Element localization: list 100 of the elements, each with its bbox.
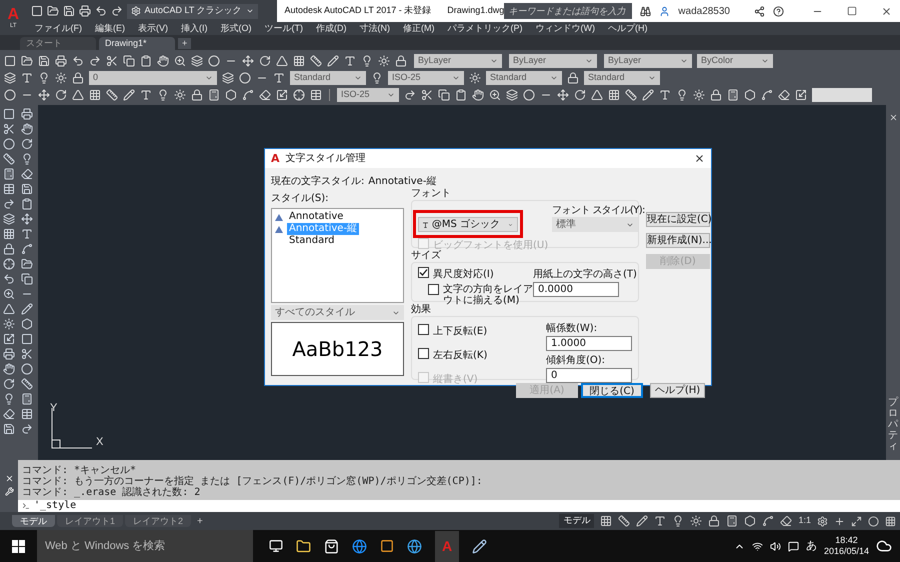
close-icon[interactable] bbox=[888, 113, 898, 122]
input-field[interactable]: 1.0000 bbox=[546, 336, 632, 351]
workspace-dropdown[interactable]: AutoCAD LT クラシック bbox=[126, 4, 258, 18]
ruler-icon[interactable] bbox=[618, 515, 630, 527]
triangle-icon[interactable] bbox=[276, 54, 288, 66]
message-icon[interactable] bbox=[788, 540, 799, 552]
lightbulb-icon[interactable] bbox=[371, 72, 383, 84]
save-icon[interactable] bbox=[62, 5, 74, 17]
lightbulb-icon[interactable] bbox=[38, 72, 50, 84]
search-field[interactable]: キーワードまたは語句を入力 bbox=[504, 3, 632, 19]
calculator-icon[interactable] bbox=[3, 168, 15, 180]
ruler-icon[interactable] bbox=[106, 88, 118, 100]
eraser-icon[interactable] bbox=[20, 168, 32, 180]
model-button[interactable]: モデル bbox=[559, 514, 594, 528]
checkbox[interactable] bbox=[418, 324, 429, 335]
save-icon[interactable] bbox=[38, 54, 50, 66]
calculator-icon[interactable] bbox=[727, 88, 739, 100]
circle-icon[interactable] bbox=[239, 72, 251, 84]
rotate-icon[interactable] bbox=[20, 138, 32, 150]
circle-icon[interactable] bbox=[523, 88, 535, 100]
copy-icon[interactable] bbox=[438, 88, 450, 100]
lock-icon[interactable] bbox=[395, 54, 407, 66]
rotate-icon[interactable] bbox=[55, 88, 67, 100]
hexagon-icon[interactable] bbox=[20, 318, 32, 330]
sun-icon[interactable] bbox=[174, 88, 186, 100]
dropdown[interactable]: ISO-25 bbox=[388, 70, 464, 84]
menu-item[interactable]: ウィンドウ(W) bbox=[536, 24, 595, 33]
crosshair-icon[interactable] bbox=[3, 258, 15, 270]
pencil-icon[interactable] bbox=[327, 54, 339, 66]
dropdown[interactable]: ByLayer bbox=[414, 54, 502, 68]
curve-icon[interactable] bbox=[762, 515, 774, 527]
dropdown[interactable] bbox=[812, 88, 872, 102]
copy-icon[interactable] bbox=[20, 273, 32, 285]
printer-icon[interactable] bbox=[55, 54, 67, 66]
sun-icon[interactable] bbox=[690, 515, 702, 527]
palette-label[interactable]: プロパティ bbox=[888, 397, 898, 452]
rotate-icon[interactable] bbox=[574, 88, 586, 100]
dropdown[interactable]: ISO-25 bbox=[337, 88, 399, 102]
browser-icon[interactable] bbox=[407, 538, 422, 554]
square-icon[interactable] bbox=[30, 5, 42, 17]
undo-icon[interactable] bbox=[72, 54, 84, 66]
dropdown[interactable]: 0 bbox=[89, 70, 217, 84]
dropdown[interactable]: @MS ゴシック bbox=[418, 217, 518, 232]
checkbox[interactable] bbox=[418, 267, 429, 278]
dialog-button[interactable]: 現在に設定(C) bbox=[646, 212, 710, 227]
hand-icon[interactable] bbox=[3, 363, 15, 375]
scale-icon[interactable] bbox=[3, 333, 15, 345]
scissors-icon[interactable] bbox=[106, 54, 118, 66]
lock-icon[interactable] bbox=[72, 72, 84, 84]
folder-icon[interactable] bbox=[20, 258, 32, 270]
eraser-icon[interactable] bbox=[780, 515, 792, 527]
layout-tab[interactable]: レイアウト2 bbox=[125, 515, 192, 527]
text-icon[interactable] bbox=[140, 88, 152, 100]
dialog-button[interactable]: ヘルプ(H) bbox=[650, 383, 705, 398]
command-input[interactable]: '_style bbox=[18, 500, 900, 512]
sun-icon[interactable] bbox=[378, 54, 390, 66]
grid-icon[interactable] bbox=[293, 54, 305, 66]
save-icon[interactable] bbox=[20, 183, 32, 195]
ruler-icon[interactable] bbox=[3, 153, 15, 165]
grid-icon[interactable] bbox=[600, 515, 612, 527]
menu-item[interactable]: ファイル(F) bbox=[34, 24, 82, 33]
style-item[interactable]: Annotative bbox=[287, 211, 346, 223]
scale-button[interactable]: 1:1 bbox=[798, 514, 811, 528]
ime-indicator[interactable]: あ bbox=[806, 538, 817, 554]
hexagon-icon[interactable] bbox=[744, 88, 756, 100]
pencil-icon[interactable] bbox=[123, 88, 135, 100]
dropdown[interactable]: すべてのスタイル bbox=[271, 305, 404, 320]
circle-icon[interactable] bbox=[20, 363, 32, 375]
save-icon[interactable] bbox=[3, 423, 15, 435]
triangle-icon[interactable] bbox=[591, 88, 603, 100]
wrench-icon[interactable] bbox=[4, 487, 14, 496]
redo-icon[interactable] bbox=[404, 88, 416, 100]
style-item[interactable]: Standard bbox=[287, 235, 336, 247]
lock-icon[interactable] bbox=[3, 243, 15, 255]
maximize-icon[interactable] bbox=[847, 6, 857, 16]
menu-item[interactable]: ヘルプ(H) bbox=[608, 24, 648, 33]
lock-icon[interactable] bbox=[710, 88, 722, 100]
store-icon[interactable] bbox=[324, 538, 339, 554]
layers-icon[interactable] bbox=[506, 88, 518, 100]
folder-icon[interactable] bbox=[296, 538, 311, 554]
layout-tab[interactable]: レイアウト1 bbox=[57, 515, 124, 527]
lock-icon[interactable] bbox=[191, 88, 203, 100]
redo-icon[interactable] bbox=[3, 198, 15, 210]
lightbulb-icon[interactable] bbox=[157, 88, 169, 100]
user-name[interactable]: wada28530 bbox=[678, 4, 730, 18]
lightbulb-icon[interactable] bbox=[361, 54, 373, 66]
browser-icon[interactable] bbox=[352, 538, 367, 554]
dropdown[interactable]: Standard bbox=[290, 70, 366, 84]
dropdown[interactable]: 標準 bbox=[552, 217, 638, 232]
curve-icon[interactable] bbox=[761, 88, 773, 100]
binoculars-icon[interactable] bbox=[640, 6, 652, 16]
user-icon[interactable] bbox=[659, 6, 670, 16]
sun-icon[interactable] bbox=[55, 72, 67, 84]
square-icon[interactable] bbox=[20, 333, 32, 345]
circle-icon[interactable] bbox=[868, 516, 879, 526]
ruler-icon[interactable] bbox=[20, 378, 32, 390]
scissors-icon[interactable] bbox=[3, 123, 15, 135]
hand-icon[interactable] bbox=[157, 54, 169, 66]
share-icon[interactable] bbox=[754, 6, 765, 16]
eraser-icon[interactable] bbox=[259, 88, 271, 100]
